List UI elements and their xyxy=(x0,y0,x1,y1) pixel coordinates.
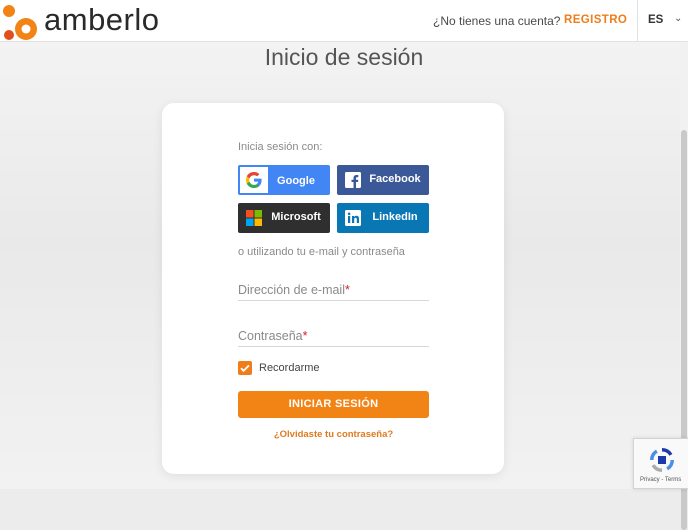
google-icon-container xyxy=(240,167,268,193)
or-email-label: o utilizando tu e-mail y contraseña xyxy=(238,246,405,258)
google-login-button[interactable]: Google xyxy=(238,165,330,195)
facebook-login-button[interactable]: Facebook xyxy=(337,165,429,195)
top-header: amberlo ¿No tienes una cuenta? REGISTRO … xyxy=(0,0,688,42)
check-icon xyxy=(240,364,250,373)
scrollbar[interactable] xyxy=(680,42,688,530)
required-mark: * xyxy=(344,283,350,297)
remember-me-label[interactable]: Recordarme xyxy=(259,362,320,374)
password-field-label: Contraseña* xyxy=(238,329,308,343)
recaptcha-links[interactable]: Privacy - Terms xyxy=(640,477,681,483)
login-button[interactable]: INICIAR SESIÓN xyxy=(238,391,429,418)
register-link[interactable]: REGISTRO xyxy=(564,14,627,26)
password-field[interactable]: Contraseña* xyxy=(238,326,429,347)
amberlo-logo-icon[interactable] xyxy=(2,2,42,42)
forgot-password-link[interactable]: ¿Olvidaste tu contraseña? xyxy=(238,429,429,440)
microsoft-login-button[interactable]: Microsoft xyxy=(238,203,330,233)
linkedin-button-label: LinkedIn xyxy=(372,211,418,223)
google-icon xyxy=(246,172,262,188)
microsoft-button-label: Microsoft xyxy=(271,211,321,223)
microsoft-icon xyxy=(246,210,262,226)
login-with-label: Inicia sesión con: xyxy=(238,141,323,153)
required-mark: * xyxy=(302,329,308,343)
google-button-label: Google xyxy=(277,175,315,187)
facebook-button-label: Facebook xyxy=(369,173,421,185)
chevron-down-icon[interactable]: ⌄ xyxy=(674,13,682,24)
language-selector[interactable]: ES xyxy=(648,14,663,26)
remember-me-checkbox[interactable] xyxy=(238,361,252,375)
recaptcha-icon xyxy=(650,448,674,472)
email-field[interactable]: Dirección de e-mail* xyxy=(238,280,429,301)
email-field-label: Dirección de e-mail* xyxy=(238,283,350,297)
linkedin-login-button[interactable]: LinkedIn xyxy=(337,203,429,233)
no-account-text: ¿No tienes una cuenta? xyxy=(433,14,561,28)
recaptcha-badge[interactable]: Privacy - Terms xyxy=(633,438,688,489)
linkedin-icon xyxy=(345,210,361,226)
logo-text[interactable]: amberlo xyxy=(44,2,160,38)
page-title: Inicio de sesión xyxy=(264,44,424,70)
divider xyxy=(637,0,638,42)
facebook-icon xyxy=(345,172,361,188)
